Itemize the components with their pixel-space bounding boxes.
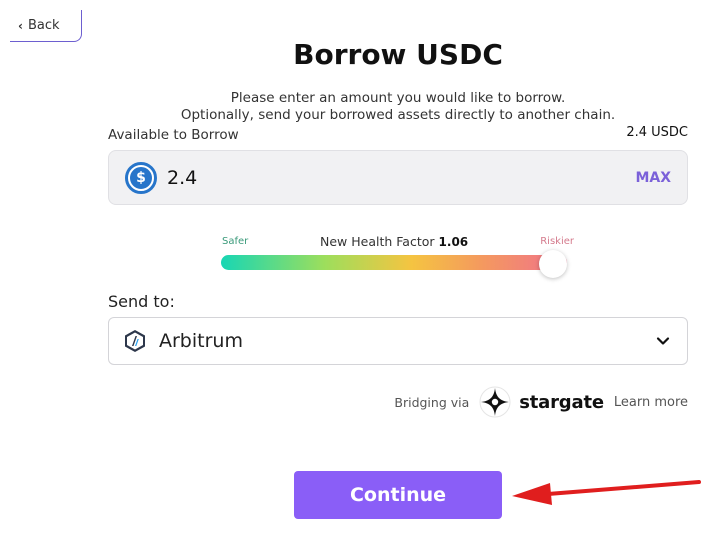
page-subtitle: Please enter an amount you would like to… xyxy=(0,90,720,124)
health-factor-title: New Health Factor xyxy=(320,234,435,249)
available-to-borrow-label: Available to Borrow xyxy=(108,127,239,143)
stargate-logo-icon xyxy=(479,386,511,418)
arbitrum-icon xyxy=(125,330,145,352)
subtitle-line-1: Please enter an amount you would like to… xyxy=(230,90,566,106)
send-to-label: Send to: xyxy=(108,292,175,311)
health-factor-track xyxy=(221,255,567,270)
subtitle-line-2: Optionally, send your borrowed assets di… xyxy=(180,107,616,123)
bridging-info: Bridging via stargate Learn more xyxy=(394,384,688,420)
continue-button[interactable]: Continue xyxy=(294,471,502,519)
health-factor-header: Safer New Health Factor 1.06 Riskier xyxy=(220,234,576,250)
annotation-arrow-icon xyxy=(512,480,701,505)
safer-label: Safer xyxy=(222,236,249,247)
page-title: Borrow USDC xyxy=(293,38,503,71)
learn-more-link[interactable]: Learn more xyxy=(614,395,688,410)
chain-select[interactable]: Arbitrum xyxy=(108,317,688,365)
riskier-label: Riskier xyxy=(540,236,574,247)
chevron-left-icon: ‹ xyxy=(18,18,23,33)
amount-input[interactable]: $ 2.4 MAX xyxy=(108,150,688,205)
health-factor-label: New Health Factor 1.06 xyxy=(320,234,468,249)
health-factor-slider-thumb[interactable] xyxy=(539,250,568,278)
max-button[interactable]: MAX xyxy=(635,170,671,186)
usdc-icon: $ xyxy=(125,161,157,194)
selected-chain: Arbitrum xyxy=(159,330,243,352)
amount-value[interactable]: 2.4 xyxy=(167,167,635,189)
chevron-down-icon xyxy=(656,337,670,345)
available-to-borrow-value: 2.4 USDC xyxy=(626,125,688,140)
bridging-via-label: Bridging via xyxy=(394,394,470,410)
stargate-name: stargate xyxy=(519,391,604,413)
back-label: Back xyxy=(27,18,60,33)
health-factor-value: 1.06 xyxy=(438,235,469,249)
